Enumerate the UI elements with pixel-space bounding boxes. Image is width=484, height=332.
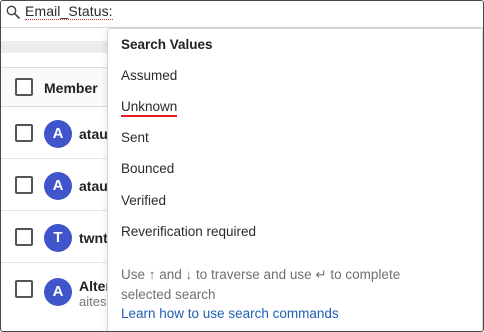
member-name[interactable]: atau (79, 178, 108, 194)
member-subtext: aites (79, 294, 107, 309)
search-icon (6, 5, 20, 19)
row-checkbox[interactable] (15, 280, 33, 298)
search-commands-help-link[interactable]: Learn how to use search commands (121, 306, 339, 321)
row-checkbox[interactable] (15, 228, 33, 246)
search-values-dropdown: Search Values Assumed Unknown Sent Bounc… (107, 28, 483, 331)
member-name[interactable]: atau (79, 126, 108, 142)
select-all-checkbox[interactable] (15, 78, 33, 96)
option-verified[interactable]: Verified (121, 193, 166, 208)
option-assumed[interactable]: Assumed (121, 68, 177, 83)
member-name[interactable]: twnt (79, 230, 108, 246)
row-checkbox[interactable] (15, 124, 33, 142)
search-bar[interactable]: Email_Status: (1, 1, 483, 28)
column-header-member[interactable]: Member (44, 80, 98, 96)
option-unknown[interactable]: Unknown (121, 99, 178, 117)
toolbar-placeholder (1, 41, 111, 53)
keyboard-hint: Use ↑ and ↓ to traverse and use ↵ to com… (121, 267, 401, 302)
avatar: A (44, 172, 72, 200)
option-reverification-required[interactable]: Reverification required (121, 224, 256, 239)
dropdown-title: Search Values (121, 37, 213, 52)
search-input[interactable]: Email_Status: (25, 3, 113, 20)
avatar: A (44, 278, 72, 306)
avatar: T (44, 224, 72, 252)
search-input-value: Email_Status: (25, 3, 113, 20)
option-bounced[interactable]: Bounced (121, 161, 174, 176)
app-window: Email_Status: Member A atau A atau T twn… (0, 0, 484, 332)
option-sent[interactable]: Sent (121, 130, 149, 145)
row-checkbox[interactable] (15, 176, 33, 194)
avatar: A (44, 120, 72, 148)
